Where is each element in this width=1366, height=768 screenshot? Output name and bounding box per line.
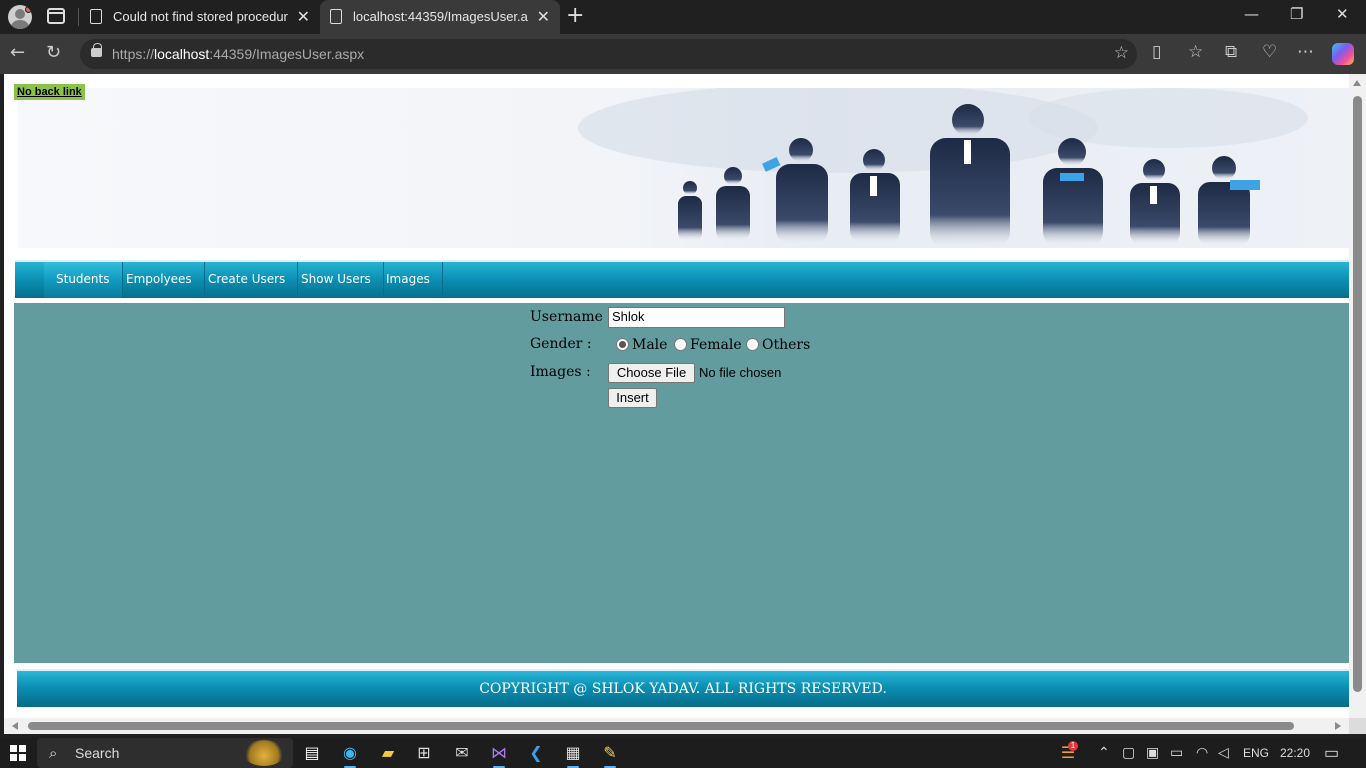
restore-icon[interactable]: ❐ bbox=[1290, 5, 1303, 23]
page-icon bbox=[330, 9, 342, 24]
address-bar[interactable]: https://localhost:44359/ImagesUser.aspx … bbox=[80, 39, 1137, 69]
copilot-icon[interactable] bbox=[1332, 43, 1354, 65]
battery-icon[interactable]: ▭ bbox=[1170, 744, 1183, 761]
refresh-icon[interactable]: ↻ bbox=[46, 42, 61, 63]
gender-male-radio[interactable] bbox=[616, 338, 629, 351]
back-icon[interactable]: ← bbox=[10, 42, 25, 63]
page-icon bbox=[90, 9, 102, 24]
gender-others-label[interactable]: Others bbox=[762, 337, 810, 353]
nav-create-users[interactable]: Create Users bbox=[196, 262, 299, 298]
search-icon: ⌕ bbox=[49, 744, 58, 762]
windows-taskbar: ⌕ Search ▤ ◉ ▰ ⊞ ✉ ⋈ ❮ ▦ ✎ ☰ 1 ⌃ ▢ ▣ ▭ ◠… bbox=[0, 738, 1366, 768]
main-content: Username : Shlok Gender : Male Female Ot… bbox=[14, 303, 1349, 663]
tab-stored-procedure-error[interactable]: Could not find stored procedure ' ✕ bbox=[80, 0, 320, 34]
volume-icon[interactable]: ◁ bbox=[1218, 744, 1229, 761]
gender-male-label[interactable]: Male bbox=[632, 337, 667, 353]
main-navigation: Students Empolyees Create Users Show Use… bbox=[15, 260, 1349, 298]
meet-now-icon[interactable]: ▢ bbox=[1122, 744, 1135, 761]
notification-badge: 1 bbox=[1068, 741, 1078, 751]
gender-label: Gender : bbox=[530, 336, 592, 352]
microsoft-store-icon[interactable]: ⊞ bbox=[412, 742, 436, 766]
tab-title: localhost:44359/ImagesUser.aspx bbox=[353, 9, 528, 24]
collections-icon[interactable]: ⧉ bbox=[1225, 42, 1237, 62]
browser-tab-strip: Could not find stored procedure ' ✕ loca… bbox=[0, 0, 1366, 34]
search-highlight-icon bbox=[243, 740, 285, 766]
no-back-link[interactable]: No back link bbox=[14, 84, 85, 100]
gender-others-radio[interactable] bbox=[746, 338, 759, 351]
windows-start-icon[interactable] bbox=[10, 745, 26, 761]
notification-center-icon[interactable]: ▭ bbox=[1324, 743, 1339, 763]
images-label: Images : bbox=[530, 364, 591, 380]
browser-essentials-icon[interactable]: ♡ bbox=[1262, 42, 1277, 62]
edge-app-icon[interactable]: ◉ bbox=[338, 742, 362, 768]
split-screen-icon[interactable]: ▯ bbox=[1152, 42, 1161, 62]
clapper-app-icon[interactable]: ▦ bbox=[561, 742, 585, 768]
vertical-scrollbar[interactable] bbox=[1349, 74, 1366, 718]
tab-separator bbox=[78, 8, 79, 26]
lock-icon[interactable] bbox=[91, 43, 102, 57]
search-placeholder: Search bbox=[75, 745, 120, 761]
browser-toolbar: ← ↻ https://localhost:44359/ImagesUser.a… bbox=[0, 34, 1366, 74]
minimize-icon[interactable]: — bbox=[1244, 5, 1259, 23]
tools-app-icon[interactable]: ✎ bbox=[598, 742, 622, 768]
header-banner-image bbox=[18, 88, 1349, 248]
clock-time[interactable]: 22:20 bbox=[1280, 746, 1310, 760]
language-indicator[interactable]: ENG bbox=[1243, 746, 1269, 760]
nav-employees[interactable]: Empolyees bbox=[114, 262, 205, 298]
choose-file-button[interactable]: Choose File bbox=[608, 363, 695, 383]
show-hidden-icons-icon[interactable]: ⌃ bbox=[1098, 744, 1110, 761]
taskbar-search-box[interactable]: ⌕ Search bbox=[37, 738, 293, 768]
username-label: Username : bbox=[530, 309, 613, 325]
nav-students[interactable]: Students bbox=[44, 262, 123, 298]
footer-copyright: COPYRIGHT @ SHLOK YADAV. ALL RIGHTS RESE… bbox=[17, 669, 1349, 707]
tab-actions-icon[interactable] bbox=[47, 8, 65, 24]
nav-images[interactable]: Images bbox=[374, 262, 443, 298]
close-tab-icon[interactable]: ✕ bbox=[537, 7, 550, 27]
task-view-icon[interactable]: ▤ bbox=[300, 742, 324, 766]
wifi-icon[interactable]: ◠ bbox=[1196, 744, 1208, 761]
device-icon[interactable]: ▣ bbox=[1146, 744, 1159, 761]
profile-avatar-icon[interactable] bbox=[8, 5, 32, 29]
tab-images-user[interactable]: localhost:44359/ImagesUser.aspx ✕ bbox=[320, 0, 560, 34]
mail-icon[interactable]: ✉ bbox=[450, 742, 474, 766]
nav-show-users[interactable]: Show Users bbox=[289, 262, 384, 298]
gender-female-label[interactable]: Female bbox=[690, 337, 742, 353]
page-viewport: No back link Students Empolyees Create U… bbox=[4, 74, 1349, 718]
close-window-icon[interactable]: ✕ bbox=[1336, 5, 1349, 23]
visual-studio-icon[interactable]: ⋈ bbox=[487, 742, 511, 768]
tab-title: Could not find stored procedure ' bbox=[113, 9, 288, 24]
gender-female-radio[interactable] bbox=[674, 338, 687, 351]
insert-button[interactable]: Insert bbox=[608, 388, 657, 408]
scrollbar-corner bbox=[1349, 718, 1366, 734]
file-status-text: No file chosen bbox=[699, 365, 782, 380]
username-input[interactable]: Shlok bbox=[608, 307, 785, 328]
more-options-icon[interactable]: ⋯ bbox=[1297, 42, 1314, 62]
favorites-icon[interactable]: ☆ bbox=[1188, 42, 1203, 62]
horizontal-scrollbar[interactable] bbox=[4, 718, 1349, 734]
new-tab-icon[interactable]: + bbox=[566, 3, 584, 28]
url-text[interactable]: https://localhost:44359/ImagesUser.aspx bbox=[112, 46, 364, 62]
vscode-icon[interactable]: ❮ bbox=[524, 742, 548, 766]
file-explorer-icon[interactable]: ▰ bbox=[376, 742, 400, 766]
favorite-star-icon[interactable]: ☆ bbox=[1114, 43, 1129, 63]
close-tab-icon[interactable]: ✕ bbox=[297, 7, 310, 27]
